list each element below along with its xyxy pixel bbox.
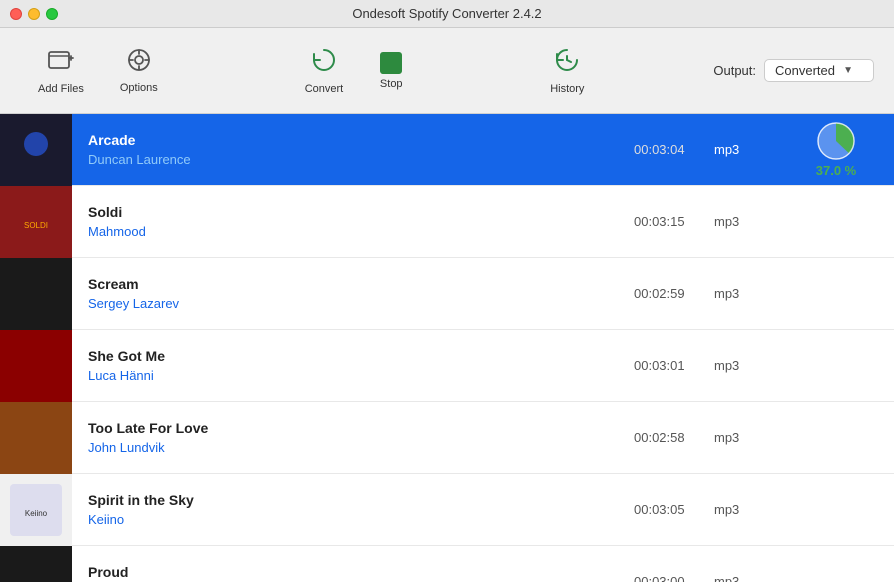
track-duration: 00:03:01 <box>634 358 714 373</box>
track-row[interactable]: PROUDProudTamara Todevska00:03:00mp3 <box>0 546 894 582</box>
history-button[interactable]: History <box>532 46 602 95</box>
track-progress: 37.0 % <box>794 121 894 178</box>
track-format: mp3 <box>714 430 794 445</box>
toolbar: Add Files Options Convert <box>0 28 894 114</box>
track-artist[interactable]: Luca Hänni <box>88 368 618 383</box>
track-list: ArcadeDuncan Laurence00:03:04mp337.0 %SO… <box>0 114 894 582</box>
maximize-button[interactable] <box>46 8 58 20</box>
track-title: Soldi <box>88 204 618 220</box>
track-duration: 00:02:59 <box>634 286 714 301</box>
track-title: She Got Me <box>88 348 618 364</box>
track-thumbnail <box>0 330 72 402</box>
track-title: Scream <box>88 276 618 292</box>
track-artist[interactable]: Sergey Lazarev <box>88 296 618 311</box>
track-artist[interactable]: Mahmood <box>88 224 618 239</box>
chevron-down-icon: ▼ <box>843 65 853 76</box>
convert-button[interactable]: Convert <box>287 46 362 95</box>
track-info: She Got Me Luca Hänni <box>72 340 634 391</box>
stop-icon <box>380 52 402 74</box>
track-row[interactable]: Too Late For Love John Lundvik 00:02:58mp3 <box>0 402 894 474</box>
track-info: Arcade Duncan Laurence <box>72 124 634 175</box>
track-row[interactable]: Keiino Spirit in the Sky Keiino 00:03:05mp3 <box>0 474 894 546</box>
track-artist[interactable]: Duncan Laurence <box>88 152 618 167</box>
track-artist[interactable]: Keiino <box>88 512 618 527</box>
track-format: mp3 <box>714 286 794 301</box>
track-duration: 00:03:05 <box>634 502 714 517</box>
track-row[interactable]: SOLDI Soldi Mahmood 00:03:15mp3 <box>0 186 894 258</box>
track-format: mp3 <box>714 502 794 517</box>
options-button[interactable]: Options <box>102 47 176 94</box>
track-thumbnail: PROUD <box>0 546 72 582</box>
add-files-icon <box>47 46 75 79</box>
track-info: Too Late For Love John Lundvik <box>72 412 634 463</box>
track-format: mp3 <box>714 358 794 373</box>
history-label: History <box>550 83 584 95</box>
output-label: Output: <box>713 63 756 78</box>
options-icon <box>126 47 152 78</box>
svg-text:Keiino: Keiino <box>25 509 48 518</box>
track-duration: 00:02:58 <box>634 430 714 445</box>
track-title: Arcade <box>88 132 618 148</box>
track-duration: 00:03:04 <box>634 142 714 157</box>
track-info: Spirit in the Sky Keiino <box>72 484 634 535</box>
add-files-label: Add Files <box>38 83 84 95</box>
track-duration: 00:03:15 <box>634 214 714 229</box>
track-thumbnail: Keiino <box>0 474 72 546</box>
track-row[interactable]: She Got Me Luca Hänni 00:03:01mp3 <box>0 330 894 402</box>
track-row[interactable]: Scream Sergey Lazarev 00:02:59mp3 <box>0 258 894 330</box>
output-value: Converted <box>775 63 835 78</box>
track-thumbnail: SOLDI <box>0 186 72 258</box>
options-label: Options <box>120 82 158 94</box>
track-artist[interactable]: John Lundvik <box>88 440 618 455</box>
svg-text:SOLDI: SOLDI <box>24 221 48 230</box>
progress-circle <box>816 121 856 161</box>
track-title: Too Late For Love <box>88 420 618 436</box>
track-thumbnail <box>0 402 72 474</box>
stop-label: Stop <box>380 78 403 90</box>
minimize-button[interactable] <box>28 8 40 20</box>
track-duration: 00:03:00 <box>634 574 714 582</box>
track-info: Soldi Mahmood <box>72 196 634 247</box>
close-button[interactable] <box>10 8 22 20</box>
add-files-button[interactable]: Add Files <box>20 46 102 95</box>
track-format: mp3 <box>714 214 794 229</box>
convert-label: Convert <box>305 83 344 95</box>
progress-text: 37.0 % <box>816 163 856 178</box>
track-thumbnail <box>0 114 72 186</box>
window-title: Ondesoft Spotify Converter 2.4.2 <box>352 6 541 21</box>
history-icon <box>553 46 581 79</box>
convert-icon <box>310 46 338 79</box>
output-dropdown[interactable]: Converted ▼ <box>764 59 874 82</box>
track-title: Proud <box>88 564 618 580</box>
track-info: ProudTamara Todevska <box>72 556 634 582</box>
track-info: Scream Sergey Lazarev <box>72 268 634 319</box>
traffic-lights <box>10 8 58 20</box>
track-format: mp3 <box>714 142 794 157</box>
titlebar: Ondesoft Spotify Converter 2.4.2 <box>0 0 894 28</box>
track-thumbnail <box>0 258 72 330</box>
stop-button[interactable]: Stop <box>361 52 421 90</box>
output-area: Output: Converted ▼ <box>713 59 874 82</box>
track-title: Spirit in the Sky <box>88 492 618 508</box>
track-format: mp3 <box>714 574 794 582</box>
track-row[interactable]: Arcade Duncan Laurence 00:03:04mp3 37.0 % <box>0 114 894 186</box>
